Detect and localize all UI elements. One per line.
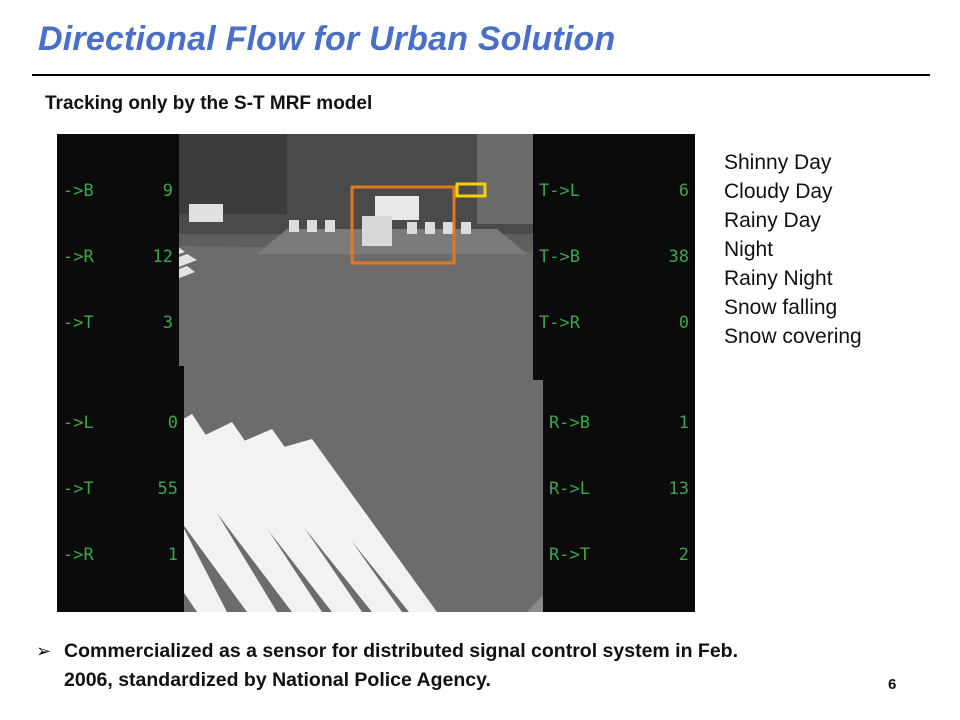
slide-title: Directional Flow for Urban Solution	[38, 20, 616, 58]
page-number: 6	[888, 676, 897, 693]
list-item: Snow covering	[724, 325, 862, 348]
list-item: Cloudy Day	[724, 180, 833, 203]
bullet-point: ➢ Commercialized as a sensor for distrib…	[36, 637, 906, 695]
counter-top-left: ->B 9 ->R 12 ->T 3	[57, 134, 179, 380]
counter-bottom-right: R->B 1 R->L 13 R->T 2	[543, 366, 695, 612]
list-item: Snow falling	[724, 296, 838, 319]
counter-top-right: T->L 6 T->B 38 T->R 0	[533, 134, 695, 380]
arrow-bullet-icon: ➢	[36, 641, 52, 661]
bullet-text: Commercialized as a sensor for distribut…	[64, 637, 738, 695]
slide-subtitle: Tracking only by the S-T MRF model	[45, 93, 373, 114]
counter-bottom-left: ->L 0 ->T 55 ->R 1	[57, 366, 184, 612]
list-item: Rainy Night	[724, 267, 833, 290]
traffic-camera-frame: ->B 9 ->R 12 ->T 3 T->L 6 T->B 38 T->R 0 ->L 0 …	[57, 134, 695, 612]
bullet-line: 2006, standardized by National Police Ag…	[64, 669, 491, 691]
bullet-line: Commercialized as a sensor for distribut…	[64, 640, 739, 662]
list-item: Shinny Day	[724, 151, 832, 174]
weather-conditions-list: Shinny Day Cloudy Day Rainy Day Night Ra…	[724, 148, 862, 351]
list-item: Rainy Day	[724, 209, 821, 232]
title-divider	[32, 74, 930, 76]
list-item: Night	[724, 238, 774, 261]
